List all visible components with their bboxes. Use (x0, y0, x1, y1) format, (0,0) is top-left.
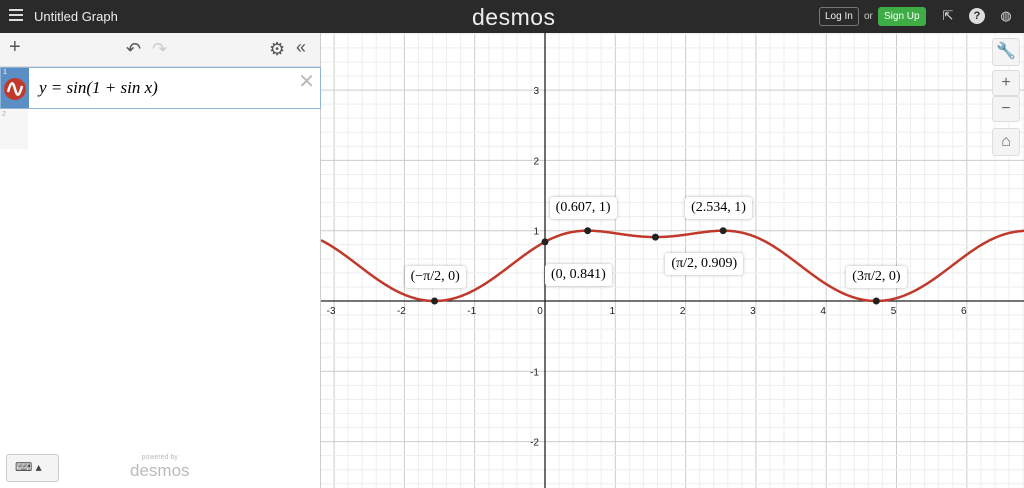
settings-gear-icon[interactable]: ⚙ (269, 39, 285, 60)
point-marker (541, 238, 549, 246)
expression-number: 1 (3, 69, 7, 76)
x-tick-label: 3 (750, 306, 756, 317)
powered-by-text: powered by (141, 454, 178, 461)
point-marker (719, 227, 727, 235)
point-marker (872, 297, 880, 305)
point-label[interactable]: (0, 0.841) (545, 263, 612, 286)
point-marker (584, 227, 592, 235)
y-tick-label: 1 (533, 227, 539, 238)
x-tick-label: 6 (961, 306, 967, 317)
sine-wave-color-icon[interactable] (4, 78, 26, 100)
y-tick-label: -2 (530, 438, 539, 449)
point-marker (651, 233, 659, 241)
login-button[interactable]: Log In (819, 7, 859, 26)
globe-icon[interactable]: ◍ (998, 8, 1014, 24)
expression-panel: + ↶ ↷ ⚙ « 1 y = sin(1 + sin x) ✕ 2 ⌨ ▴ p… (0, 33, 321, 488)
point-label[interactable]: (−π/2, 0) (404, 266, 466, 288)
point-marker (431, 297, 439, 305)
point-label[interactable]: (3π/2, 0) (846, 266, 907, 288)
powered-logo: desmos (130, 461, 190, 480)
x-tick-label: 0 (537, 306, 543, 317)
home-icon[interactable]: ⌂ (992, 128, 1020, 156)
delete-expression-icon[interactable]: ✕ (298, 69, 315, 94)
x-tick-label: -2 (397, 306, 406, 317)
point-label[interactable]: (0.607, 1) (549, 196, 617, 219)
top-bar: Untitled Graph desmos Log In or Sign Up … (0, 0, 1024, 33)
y-tick-label: -1 (530, 367, 539, 378)
signup-button[interactable]: Sign Up (878, 7, 926, 26)
or-text: or (864, 11, 873, 22)
x-tick-label: 5 (891, 306, 897, 317)
graph-settings-wrench-icon[interactable]: 🔧 (992, 38, 1020, 66)
help-icon[interactable]: ? (969, 8, 985, 24)
keyboard-icon: ⌨ ▴ (15, 460, 42, 474)
x-tick-label: -1 (467, 306, 476, 317)
expression-input[interactable]: y = sin(1 + sin x) (39, 78, 158, 98)
expression-toolbar: + ↶ ↷ ⚙ « (0, 33, 320, 67)
x-tick-label: 2 (680, 306, 686, 317)
share-icon[interactable]: ⇱ (940, 8, 956, 24)
add-expression-icon[interactable]: + (9, 36, 21, 59)
desmos-logo: desmos (472, 4, 556, 30)
x-tick-label: 1 (610, 306, 616, 317)
x-tick-label: -3 (327, 306, 336, 317)
undo-icon[interactable]: ↶ (126, 39, 141, 60)
point-label[interactable]: (2.534, 1) (685, 196, 752, 219)
empty-expression-row[interactable]: 2 (0, 109, 28, 149)
graph-title[interactable]: Untitled Graph (34, 9, 118, 24)
zoom-out-button[interactable]: − (992, 96, 1020, 122)
zoom-in-button[interactable]: + (992, 70, 1020, 96)
point-label[interactable]: (π/2, 0.909) (665, 253, 744, 276)
menu-icon[interactable] (9, 9, 23, 21)
collapse-panel-icon[interactable]: « (296, 37, 306, 58)
expression-row[interactable]: 1 y = sin(1 + sin x) ✕ (0, 67, 321, 109)
redo-icon[interactable]: ↷ (152, 39, 167, 60)
powered-by-desmos: powered by desmos (130, 454, 190, 481)
keyboard-toggle-button[interactable]: ⌨ ▴ (6, 454, 59, 482)
y-tick-label: 2 (533, 156, 539, 167)
x-tick-label: 4 (820, 306, 826, 317)
y-tick-label: 3 (533, 86, 539, 97)
expression-number: 2 (2, 111, 6, 118)
expression-index: 1 (1, 68, 29, 108)
